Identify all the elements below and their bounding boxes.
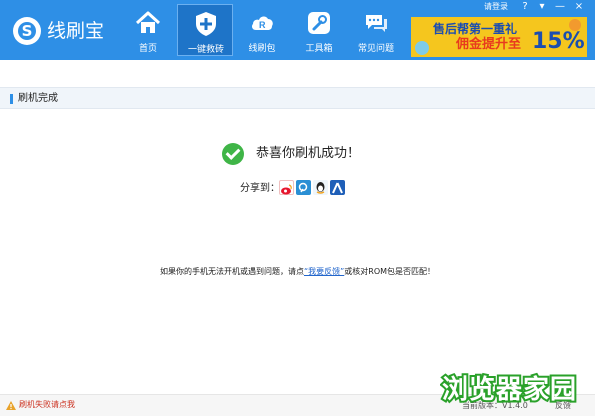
nav-faq[interactable]: 常见问题 — [348, 4, 404, 56]
nav-home-label: 首页 — [138, 44, 157, 54]
banner-decoration — [415, 41, 429, 55]
skin-button[interactable]: ▾ — [533, 0, 551, 14]
nav-rom-label: 线刷包 — [248, 44, 276, 54]
nav-rescue-label: 一键救砖 — [187, 45, 224, 55]
hint-text-before: 如果你的手机无法开机或遇到问题，请点 — [159, 267, 304, 276]
section-title: 刷机完成 — [18, 93, 58, 104]
feedback-link[interactable]: “我要反馈” — [304, 267, 344, 276]
help-button[interactable]: ? — [516, 0, 534, 14]
cloud-rom-icon: R — [252, 16, 273, 30]
top-bar: 线刷宝 首页 一键救砖 R 线刷包 — [0, 0, 595, 60]
share-label: 分享到： — [240, 183, 280, 194]
app-name: 线刷宝 — [47, 20, 105, 42]
renren-icon[interactable] — [330, 180, 345, 195]
home-icon — [135, 11, 161, 33]
banner-line2: 佣金提升至 — [456, 37, 522, 52]
banner-percent: 15% — [532, 29, 585, 54]
banner-line1: 售后帮第一重礼 — [433, 22, 518, 36]
hint-line: 如果你的手机无法开机或遇到问题，请点“我要反馈”或核对ROM包是否匹配！ — [0, 267, 595, 277]
nav-rom-packages[interactable]: R 线刷包 — [234, 4, 290, 56]
wrench-icon — [308, 12, 330, 34]
warning-icon — [6, 401, 16, 410]
section-header: 刷机完成 — [0, 87, 595, 109]
weibo-icon[interactable] — [279, 180, 294, 195]
svg-text:R: R — [259, 20, 266, 30]
shield-plus-icon — [196, 12, 216, 36]
flash-failed-link[interactable]: 刷机失败请点我 — [19, 400, 75, 410]
svg-text:浏览器家园: 浏览器家园 — [442, 374, 577, 404]
minimize-button[interactable]: — — [551, 0, 569, 14]
logo-icon — [13, 17, 41, 45]
section-accent — [10, 94, 13, 104]
qq-icon[interactable] — [313, 180, 328, 195]
nav-toolbox-label: 工具箱 — [305, 44, 333, 54]
nav-toolbox[interactable]: 工具箱 — [291, 4, 347, 56]
login-link[interactable]: 请登录 — [484, 2, 508, 12]
chat-bubbles-icon — [366, 15, 387, 32]
nav-one-click-rescue[interactable]: 一键救砖 — [177, 4, 233, 56]
promo-banner[interactable]: 售后帮第一重礼 佣金提升至 15% — [411, 17, 587, 57]
success-message: 恭喜你刷机成功！ — [256, 146, 361, 161]
nav-home[interactable]: 首页 — [120, 4, 176, 56]
success-check-icon — [222, 143, 244, 165]
hint-text-after: 或核对ROM包是否匹配！ — [344, 267, 436, 276]
close-button[interactable]: × — [570, 0, 588, 14]
watermark-logo: 浏览器家园 — [440, 372, 578, 404]
nav-faq-label: 常见问题 — [357, 44, 394, 54]
tencent-weibo-icon[interactable] — [296, 180, 311, 195]
